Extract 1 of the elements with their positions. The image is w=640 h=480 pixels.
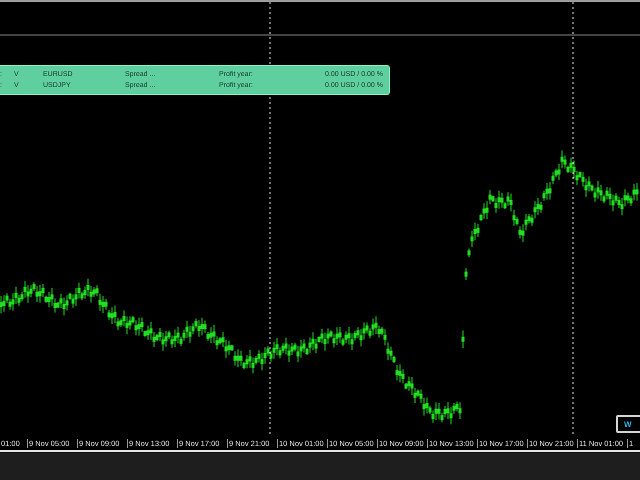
- corner-button[interactable]: W: [616, 415, 640, 433]
